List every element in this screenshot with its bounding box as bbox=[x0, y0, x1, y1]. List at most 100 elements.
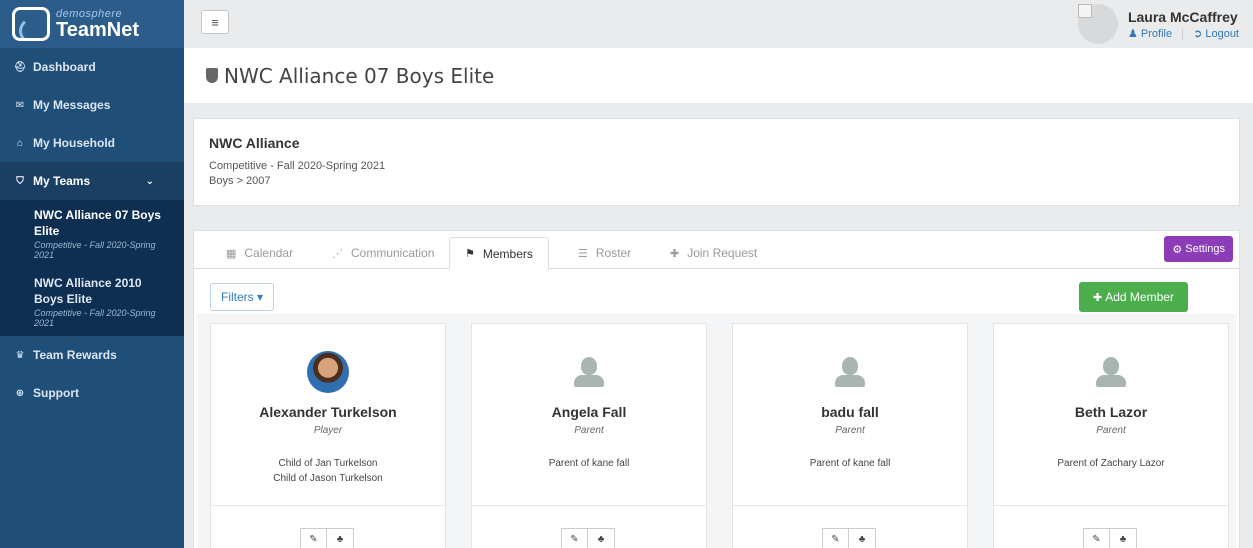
sidebar-item-label: Support bbox=[33, 386, 79, 401]
member-role: Parent bbox=[1096, 425, 1126, 436]
pencil-icon: ✎ bbox=[831, 533, 840, 545]
top-bar: ≡ Laura McCaffrey ♟ Profile | ➲ Logout bbox=[184, 0, 1253, 48]
trophy-icon: ♛ bbox=[15, 349, 25, 361]
user-plus-icon: ✚ bbox=[1093, 291, 1103, 304]
tab-join-request[interactable]: ✚ Join Request bbox=[670, 237, 757, 269]
member-photo bbox=[307, 351, 349, 393]
tab-communication[interactable]: ⋰ Communication bbox=[332, 237, 434, 269]
avatar[interactable] bbox=[1077, 4, 1118, 44]
sidebar-item-dashboard[interactable]: ⛑ Dashboard bbox=[0, 48, 184, 86]
home-icon: ⌂ bbox=[16, 137, 24, 149]
sidebar-team-07-boys-elite[interactable]: NWC Alliance 07 Boys Elite Competitive -… bbox=[0, 200, 184, 268]
team-season: Competitive - Fall 2020-Spring 2021 bbox=[34, 308, 156, 329]
user-menu: Laura McCaffrey ♟ Profile | ➲ Logout bbox=[1077, 4, 1239, 44]
sidebar-item-label: Team Rewards bbox=[33, 348, 117, 363]
lifebuoy-icon: ⊕ bbox=[15, 387, 25, 399]
member-name[interactable]: Alexander Turkelson bbox=[211, 404, 445, 420]
add-member-label: Add Member bbox=[1105, 290, 1174, 304]
member-name[interactable]: badu fall bbox=[733, 404, 967, 420]
settings-label: Settings bbox=[1185, 243, 1225, 255]
filters-dropdown[interactable]: Filters ▾ bbox=[210, 283, 275, 311]
sidebar-item-household[interactable]: ⌂ My Household bbox=[0, 124, 184, 162]
edit-member-button[interactable]: ✎ bbox=[822, 528, 849, 548]
profile-link[interactable]: ♟ Profile bbox=[1128, 28, 1172, 40]
tab-label: Roster bbox=[595, 246, 632, 260]
user-placeholder-icon bbox=[1090, 351, 1132, 393]
sidebar-item-label: My Household bbox=[33, 136, 116, 150]
card-divider bbox=[211, 505, 445, 506]
logout-label: Logout bbox=[1205, 27, 1239, 40]
menu-toggle-button[interactable]: ≡ bbox=[201, 10, 229, 34]
hamburger-icon: ≡ bbox=[211, 14, 219, 30]
member-name[interactable]: Beth Lazor bbox=[994, 404, 1228, 420]
add-member-button[interactable]: ✚ Add Member bbox=[1079, 282, 1188, 312]
card-divider bbox=[994, 505, 1228, 506]
sitemap-icon: ♣ bbox=[336, 533, 344, 545]
app-logo[interactable]: demosphere TeamNet bbox=[0, 0, 184, 48]
card-divider bbox=[733, 505, 967, 506]
logo-brand-big: TeamNet bbox=[56, 18, 139, 41]
pencil-icon: ✎ bbox=[1092, 533, 1101, 545]
page-title: NWC Alliance 07 Boys Elite bbox=[224, 63, 495, 88]
tab-roster[interactable]: ☰ Roster bbox=[578, 237, 631, 269]
family-tree-button[interactable]: ♣ bbox=[1110, 528, 1137, 548]
member-role: Player bbox=[313, 425, 343, 436]
member-card: Beth Lazor Parent Parent of Zachary Lazo… bbox=[993, 323, 1229, 548]
edit-member-button[interactable]: ✎ bbox=[300, 528, 327, 548]
shield-icon: ⛉ bbox=[16, 175, 24, 187]
sidebar-item-team-rewards[interactable]: ♛ Team Rewards bbox=[0, 336, 184, 374]
pencil-icon: ✎ bbox=[570, 533, 579, 545]
tab-members[interactable]: ⚑ Members bbox=[449, 237, 549, 270]
member-name[interactable]: Angela Fall bbox=[472, 404, 706, 420]
edit-member-button[interactable]: ✎ bbox=[1083, 528, 1110, 548]
list-icon: ☰ bbox=[578, 247, 588, 260]
sidebar-item-label: Dashboard bbox=[33, 60, 96, 74]
sitemap-icon: ♣ bbox=[858, 533, 866, 545]
team-season-line: Competitive - Fall 2020-Spring 2021 bbox=[209, 160, 386, 172]
sitemap-icon: ♣ bbox=[597, 533, 605, 545]
logo-brand-small: demosphere bbox=[56, 7, 123, 20]
settings-button[interactable]: ⚙ Settings bbox=[1164, 236, 1233, 262]
team-tabs-panel: ▦ Calendar ⋰ Communication ⚑ Members ☰ R… bbox=[193, 230, 1240, 548]
page-header: NWC Alliance 07 Boys Elite bbox=[184, 48, 1253, 103]
sidebar-item-support[interactable]: ⊕ Support bbox=[0, 374, 184, 412]
family-tree-button[interactable]: ♣ bbox=[327, 528, 354, 548]
member-card: Angela Fall Parent Parent of kane fall ✎… bbox=[471, 323, 707, 548]
sidebar-item-label: My Teams bbox=[33, 174, 91, 188]
tab-bar: ▦ Calendar ⋰ Communication ⚑ Members ☰ R… bbox=[194, 231, 1239, 270]
pencil-icon: ✎ bbox=[309, 533, 318, 545]
member-role: Parent bbox=[574, 425, 604, 436]
team-season: Competitive - Fall 2020-Spring 2021 bbox=[34, 240, 156, 261]
card-actions: ✎ ♣ bbox=[561, 528, 615, 548]
users-icon: ⚑ bbox=[465, 248, 475, 260]
user-placeholder-icon bbox=[829, 351, 871, 393]
tab-label: Join Request bbox=[687, 246, 758, 260]
gear-icon: ⚙ bbox=[1172, 243, 1183, 256]
team-division-line: Boys > 2007 bbox=[209, 174, 271, 187]
card-actions: ✎ ♣ bbox=[300, 528, 354, 548]
card-actions: ✎ ♣ bbox=[822, 528, 876, 548]
edit-member-button[interactable]: ✎ bbox=[561, 528, 588, 548]
user-name: Laura McCaffrey bbox=[1127, 8, 1238, 25]
user-plus-icon: ✚ bbox=[670, 247, 680, 260]
calendar-icon: ▦ bbox=[226, 247, 237, 260]
card-actions: ✎ ♣ bbox=[1083, 528, 1137, 548]
rss-icon: ⋰ bbox=[332, 247, 343, 260]
family-tree-button[interactable]: ♣ bbox=[849, 528, 876, 548]
sidebar-team-2010-boys-elite[interactable]: NWC Alliance 2010 Boys Elite Competitive… bbox=[0, 268, 184, 336]
team-title: NWC Alliance 2010 Boys Elite bbox=[34, 276, 142, 306]
tab-label: Calendar bbox=[244, 246, 294, 260]
tab-calendar[interactable]: ▦ Calendar bbox=[226, 237, 293, 269]
team-info-panel: NWC Alliance Competitive - Fall 2020-Spr… bbox=[193, 118, 1240, 206]
sidebar-item-messages[interactable]: ✉ My Messages bbox=[0, 86, 184, 124]
member-role: Parent bbox=[835, 425, 865, 436]
sidebar: demosphere TeamNet ⛑ Dashboard ✉ My Mess… bbox=[0, 0, 184, 548]
logout-link[interactable]: ➲ Logout bbox=[1193, 28, 1239, 40]
dashboard-icon: ⛑ bbox=[13, 61, 27, 73]
member-relation: Parent of kane fall bbox=[548, 458, 630, 469]
sidebar-item-my-teams[interactable]: ⛉ My Teams ⌄ bbox=[0, 162, 184, 200]
shield-icon bbox=[206, 68, 218, 83]
sitemap-icon: ♣ bbox=[1119, 533, 1127, 545]
user-placeholder-icon bbox=[568, 351, 610, 393]
family-tree-button[interactable]: ♣ bbox=[588, 528, 615, 548]
